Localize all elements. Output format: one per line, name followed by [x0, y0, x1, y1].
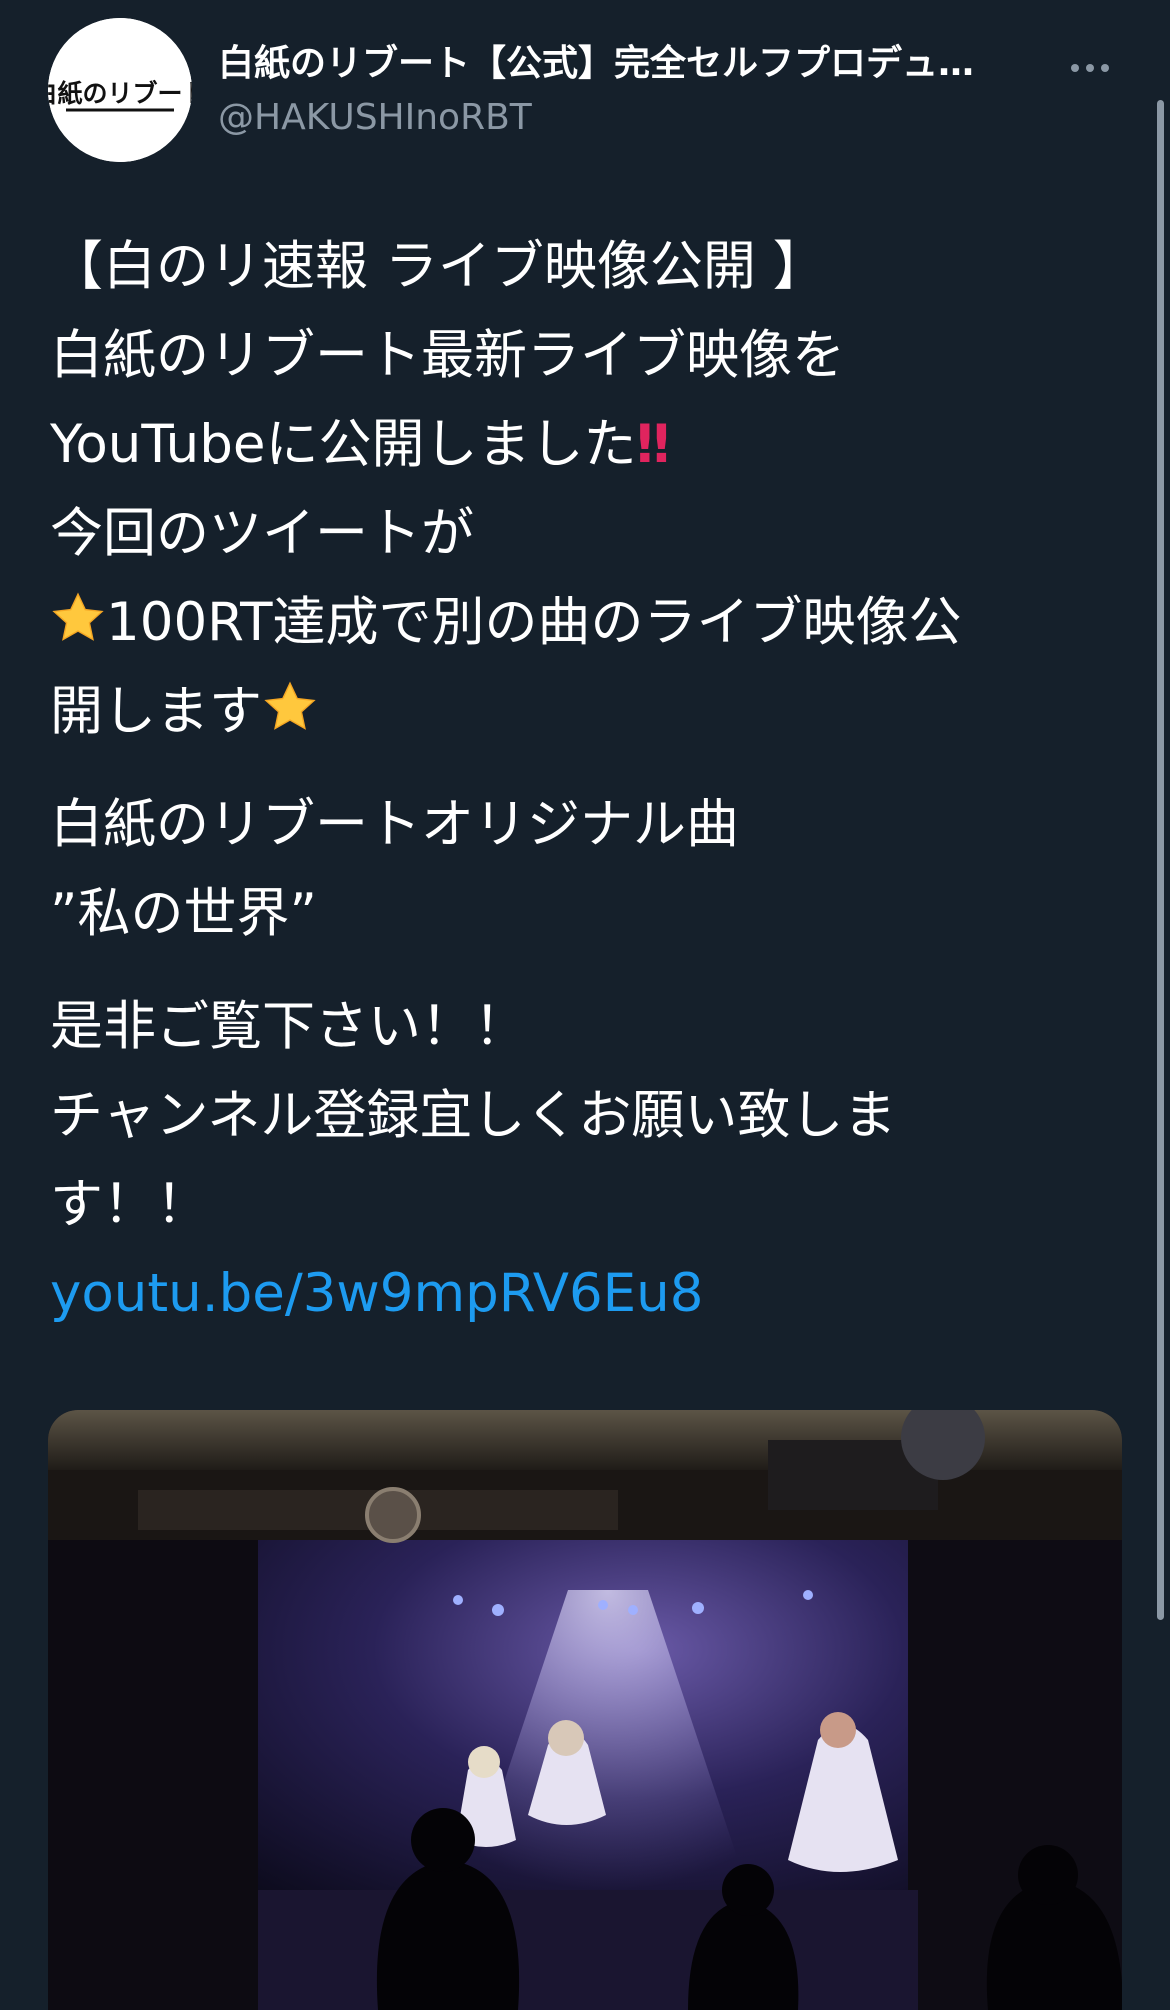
scrollbar[interactable] — [1157, 100, 1164, 1620]
tweet-line: 100RT達成で別の曲のライブ映像公 — [50, 578, 1110, 667]
tweet-line-text: 開します — [50, 681, 262, 742]
tweet-line: す！！ — [50, 1174, 209, 1235]
more-options-button[interactable] — [1060, 50, 1120, 86]
tweet-line: ”私の世界” — [50, 883, 317, 944]
star-icon — [52, 592, 104, 641]
tweet-line: 今回のツイートが — [50, 503, 474, 564]
double-exclamation-icon: ‼ — [636, 414, 670, 475]
tweet-line: 【白のリ速報 ライブ映像公開 】 — [50, 236, 826, 297]
concert-photo-image — [48, 1410, 1122, 2010]
avatar-logo-icon: 白紙のリブート — [48, 18, 192, 162]
avatar[interactable]: 白紙のリブート — [48, 18, 192, 162]
tweet-line-text: YouTubeに公開しました — [50, 414, 637, 475]
author-display-name[interactable]: 白紙のリブート【公式】完全セルフプロデュ… — [218, 40, 1038, 88]
tweet-line: 白紙のリブートオリジナル曲 — [50, 794, 739, 855]
author-handle[interactable]: @HAKUSHInoRBT — [218, 94, 532, 142]
tweet-line-text: 100RT達成で別の曲のライブ映像公 — [106, 592, 962, 653]
media-thumbnail[interactable] — [48, 1410, 1122, 2010]
tweet-body: 【白のリ速報 ライブ映像公開 】 白紙のリブート最新ライブ映像を YouTube… — [50, 222, 1110, 1338]
more-dot-icon — [1086, 64, 1094, 72]
tweet-line: 白紙のリブート最新ライブ映像を — [50, 325, 845, 386]
tweet-line: チャンネル登録宜しくお願い致しま — [50, 1085, 897, 1146]
tweet-header: 白紙のリブート 白紙のリブート【公式】完全セルフプロデュ… @HAKUSHIno… — [48, 18, 1120, 164]
tweet-line: YouTubeに公開しました‼ — [50, 400, 1110, 489]
avatar-logo-text: 白紙のリブート — [48, 79, 192, 108]
more-dot-icon — [1071, 64, 1079, 72]
star-icon — [264, 681, 316, 730]
tweet-link: youtu.be/3w9mpRV6Eu8 — [50, 1249, 1110, 1338]
more-dot-icon — [1101, 64, 1109, 72]
tweet-line: 開します — [50, 667, 1110, 756]
tweet-line: 是非ご覧下さい！！ — [50, 996, 527, 1057]
youtube-link[interactable]: youtu.be/3w9mpRV6Eu8 — [50, 1263, 703, 1324]
